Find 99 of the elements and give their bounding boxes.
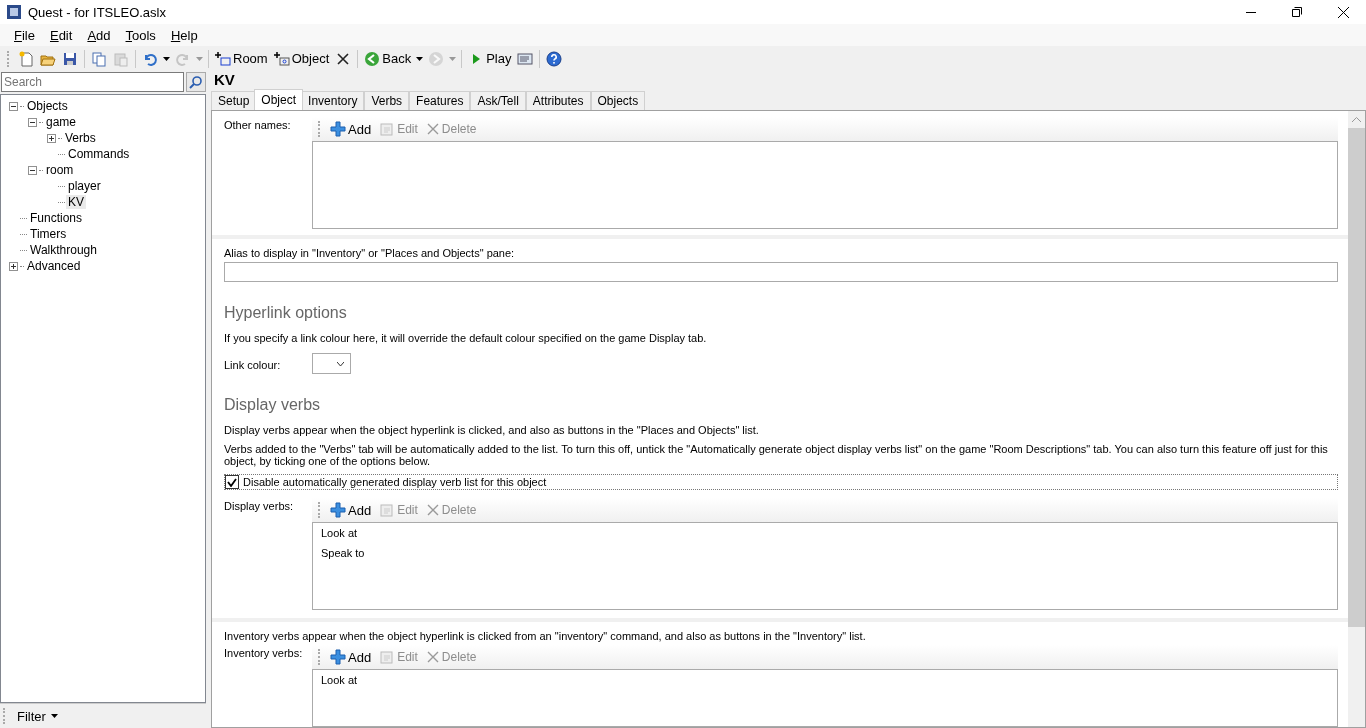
section-heading: Display verbs: [224, 396, 322, 414]
description-text: Verbs added to the "Verbs" tab will be automatically added to the list. To turn this off, untick the "Automatically generate object display verbs list" on the game "Room Descriptions" tab. You can also turn this feature off just for this object, by ticking one of the options below.: [224, 443, 1329, 467]
collapse-toggle[interactable]: [28, 117, 37, 127]
tab[interactable]: Objects: [590, 91, 646, 110]
tree-item[interactable]: player: [66, 179, 103, 193]
tab[interactable]: Features: [409, 91, 471, 110]
plus-icon: [330, 121, 346, 137]
tree-item[interactable]: Functions: [28, 211, 85, 225]
list-item[interactable]: Look at: [321, 527, 1329, 539]
add-object-icon: [273, 50, 290, 67]
save-icon: [62, 50, 78, 67]
list-item[interactable]: Speak to: [321, 547, 1329, 559]
caret-icon: [50, 714, 58, 718]
tab[interactable]: Setup: [211, 91, 257, 110]
play-button[interactable]: Play: [465, 47, 515, 70]
menu-item[interactable]: Add: [81, 27, 120, 43]
list-box[interactable]: Look at: [312, 669, 1338, 727]
tree-item[interactable]: Verbs: [63, 131, 98, 145]
menu-item[interactable]: Help: [164, 27, 207, 43]
add-button[interactable]: Add: [326, 502, 376, 518]
filter-button[interactable]: Filter: [11, 708, 64, 724]
tree-item[interactable]: Timers: [28, 227, 69, 241]
field-label: Link colour:: [224, 357, 282, 371]
field-label: Other names:: [224, 118, 292, 133]
new-file-icon: [18, 50, 34, 67]
tree-item[interactable]: KV: [66, 195, 86, 209]
section-heading: Hyperlink options: [224, 304, 348, 322]
minus-icon: [11, 103, 16, 109]
description-text: If you specify a link colour here, it will override the default colour specified on the game Display tab.: [224, 332, 708, 344]
colour-dropdown[interactable]: [312, 353, 351, 374]
field-label: Display verbs:: [224, 499, 295, 514]
tab[interactable]: Verbs: [364, 91, 410, 110]
tree-item[interactable]: room: [44, 163, 76, 177]
scroll-thumb[interactable]: [1348, 128, 1365, 627]
collapse-toggle[interactable]: [9, 101, 18, 111]
tree-item[interactable]: Advanced: [25, 259, 83, 273]
plus-icon: [330, 502, 346, 518]
close-icon: [335, 50, 352, 67]
menu-item[interactable]: Edit: [43, 27, 82, 43]
chevron-icon: [337, 361, 344, 366]
back-button[interactable]: Back: [361, 47, 415, 70]
tab[interactable]: Attributes: [525, 91, 591, 110]
checkbox[interactable]: [225, 475, 239, 489]
edit-icon: [379, 649, 396, 665]
list-box[interactable]: [312, 141, 1338, 229]
close-icon: [425, 122, 440, 136]
add-room-icon: [215, 50, 231, 67]
caret-icon: [196, 56, 203, 61]
description-text: Display verbs appear when the object hyperlink is clicked, and also as buttons in the "Places and Objects" list.: [224, 424, 760, 436]
tab[interactable]: Object: [254, 89, 304, 110]
close-icon: [425, 503, 440, 517]
object-heading: KV: [213, 71, 236, 89]
caret-icon: [163, 56, 170, 61]
tab[interactable]: Ask/Tell: [470, 91, 526, 110]
list-box[interactable]: Look at Speak to: [312, 522, 1338, 610]
plus-icon: [11, 263, 16, 269]
app-icon: [6, 4, 22, 20]
log-window-icon: [517, 50, 534, 67]
search-button[interactable]: [186, 72, 206, 92]
list-item[interactable]: Look at: [321, 674, 1329, 686]
collapse-toggle[interactable]: [28, 165, 37, 175]
search-field[interactable]: Search: [1, 72, 185, 92]
menu-item[interactable]: File: [8, 27, 44, 43]
help-icon: [546, 50, 563, 67]
menu-item[interactable]: Tools: [119, 27, 165, 43]
search-icon: [189, 75, 204, 89]
tree-item[interactable]: Commands: [66, 147, 132, 161]
alias-field[interactable]: [224, 262, 1338, 282]
copy-icon: [91, 50, 107, 67]
tab[interactable]: Inventory: [301, 91, 365, 110]
paste-icon: [113, 50, 129, 67]
description-text: Inventory verbs appear when the object hyperlink is clicked from an "inventory" command, and also as buttons in the "Inventory" list.: [224, 630, 867, 642]
close-icon: [1337, 6, 1349, 18]
scroll-up-icon: [1352, 117, 1361, 122]
field-label: Alias to display in "Inventory" or "Places and Objects" pane:: [224, 247, 516, 259]
tree-item[interactable]: Objects: [25, 99, 70, 113]
plus-icon: [330, 649, 346, 665]
edit-icon: [379, 121, 396, 137]
field-label: Inventory verbs:: [224, 646, 304, 661]
expand-toggle[interactable]: [47, 133, 56, 143]
minus-icon: [30, 167, 35, 173]
checkmark-icon: [227, 477, 237, 487]
close-icon: [425, 650, 440, 664]
restore-icon: [1292, 7, 1302, 17]
caret-icon: [449, 56, 457, 61]
expand-toggle[interactable]: [9, 261, 18, 271]
edit-icon: [379, 502, 396, 518]
plus-icon: [49, 135, 54, 141]
tree-item[interactable]: game: [44, 115, 79, 129]
tree-item[interactable]: Walkthrough: [28, 243, 99, 257]
minimize-icon: [1246, 11, 1256, 13]
caret-icon: [416, 56, 424, 61]
add-object-button[interactable]: Object: [270, 47, 333, 70]
add-button[interactable]: Add: [326, 649, 376, 665]
scrollbar[interactable]: [1348, 111, 1365, 727]
add-button[interactable]: Add: [326, 121, 376, 137]
minus-icon: [30, 119, 35, 125]
add-room-button[interactable]: Room: [212, 47, 271, 70]
window-title: Quest - for ITSLEO.aslx: [28, 4, 167, 20]
